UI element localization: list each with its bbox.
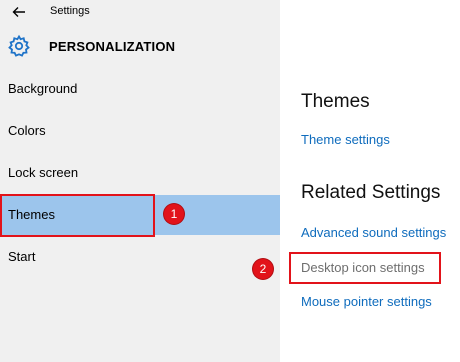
sidebar-item-background[interactable]: Background <box>0 69 280 109</box>
section-title: PERSONALIZATION <box>49 39 176 54</box>
sidebar-item-label: Background <box>8 81 78 96</box>
annotation-badge-2: 2 <box>253 259 273 279</box>
sidebar-item-lock-screen[interactable]: Lock screen <box>0 153 280 193</box>
back-arrow-icon[interactable] <box>10 3 28 21</box>
sidebar-item-themes[interactable]: Themes <box>0 195 280 235</box>
sidebar-item-colors[interactable]: Colors <box>0 111 280 151</box>
gear-icon <box>7 34 31 58</box>
sidebar-item-label: Colors <box>8 123 46 138</box>
sidebar-item-label: Start <box>8 249 36 264</box>
desktop-icon-settings-link[interactable]: Desktop icon settings <box>301 260 425 275</box>
annotation-badge-1: 1 <box>164 204 184 224</box>
advanced-sound-settings-link[interactable]: Advanced sound settings <box>301 225 446 240</box>
mouse-pointer-settings-link[interactable]: Mouse pointer settings <box>301 294 432 309</box>
sidebar-item-label: Themes <box>8 207 55 222</box>
related-settings-heading: Related Settings <box>301 182 441 203</box>
sidebar-item-label: Lock screen <box>8 165 79 180</box>
themes-heading: Themes <box>301 91 370 112</box>
sidebar-item-start[interactable]: Start <box>0 237 280 277</box>
window-title: Settings <box>50 5 90 17</box>
theme-settings-link[interactable]: Theme settings <box>301 132 390 147</box>
